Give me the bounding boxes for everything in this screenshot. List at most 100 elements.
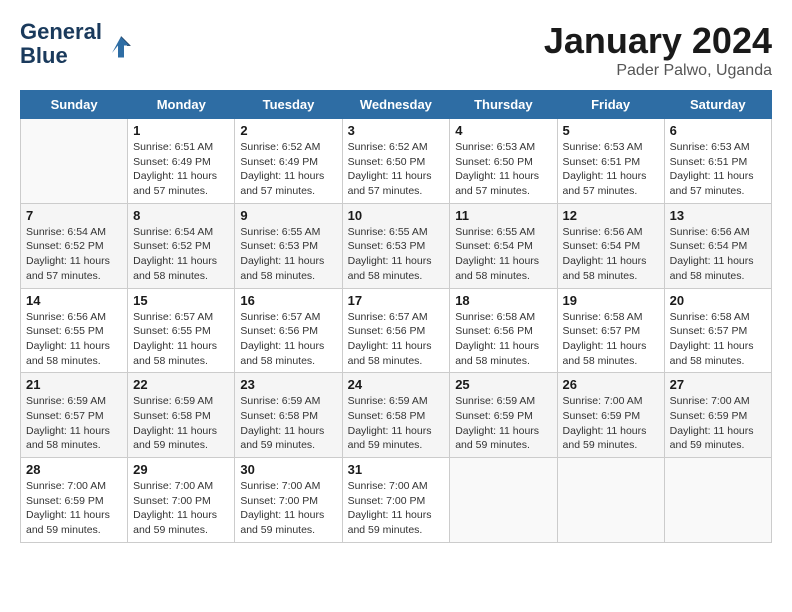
day-info: Sunrise: 6:56 AMSunset: 6:54 PMDaylight:… bbox=[670, 225, 766, 284]
calendar-cell: 16 Sunrise: 6:57 AMSunset: 6:56 PMDayligh… bbox=[235, 288, 342, 373]
calendar-week-row: 28 Sunrise: 7:00 AMSunset: 6:59 PMDayligh… bbox=[21, 458, 772, 543]
day-info: Sunrise: 6:59 AMSunset: 6:58 PMDaylight:… bbox=[348, 394, 445, 453]
day-info: Sunrise: 6:52 AMSunset: 6:49 PMDaylight:… bbox=[240, 140, 336, 199]
logo: GeneralBlue bbox=[20, 20, 136, 68]
day-info: Sunrise: 6:55 AMSunset: 6:53 PMDaylight:… bbox=[240, 225, 336, 284]
day-info: Sunrise: 6:52 AMSunset: 6:50 PMDaylight:… bbox=[348, 140, 445, 199]
day-info: Sunrise: 6:56 AMSunset: 6:54 PMDaylight:… bbox=[563, 225, 659, 284]
day-number: 3 bbox=[348, 123, 445, 138]
calendar-cell: 20 Sunrise: 6:58 AMSunset: 6:57 PMDayligh… bbox=[664, 288, 771, 373]
day-info: Sunrise: 6:53 AMSunset: 6:51 PMDaylight:… bbox=[563, 140, 659, 199]
day-info: Sunrise: 6:59 AMSunset: 6:57 PMDaylight:… bbox=[26, 394, 122, 453]
day-number: 25 bbox=[455, 377, 551, 392]
calendar-cell: 1 Sunrise: 6:51 AMSunset: 6:49 PMDaylight… bbox=[128, 119, 235, 204]
calendar-cell: 29Sunrise: 7:00 AMSunset: 7:00 PMDayligh… bbox=[128, 458, 235, 543]
header-row: SundayMondayTuesdayWednesdayThursdayFrid… bbox=[21, 91, 772, 119]
calendar-cell bbox=[557, 458, 664, 543]
calendar-cell bbox=[664, 458, 771, 543]
calendar-table: SundayMondayTuesdayWednesdayThursdayFrid… bbox=[20, 90, 772, 543]
day-number: 24 bbox=[348, 377, 445, 392]
day-number: 14 bbox=[26, 293, 122, 308]
title-block: January 2024 Pader Palwo, Uganda bbox=[544, 20, 772, 80]
calendar-cell: 13 Sunrise: 6:56 AMSunset: 6:54 PMDayligh… bbox=[664, 203, 771, 288]
day-number: 20 bbox=[670, 293, 766, 308]
day-info: Sunrise: 6:58 AMSunset: 6:57 PMDaylight:… bbox=[563, 310, 659, 369]
day-number: 23 bbox=[240, 377, 336, 392]
day-info: Sunrise: 7:00 AMSunset: 7:00 PMDaylight:… bbox=[348, 479, 445, 538]
calendar-cell: 2 Sunrise: 6:52 AMSunset: 6:49 PMDaylight… bbox=[235, 119, 342, 204]
day-info: Sunrise: 6:57 AMSunset: 6:56 PMDaylight:… bbox=[240, 310, 336, 369]
weekday-header: Sunday bbox=[21, 91, 128, 119]
calendar-cell: 26Sunrise: 7:00 AMSunset: 6:59 PMDayligh… bbox=[557, 373, 664, 458]
day-number: 31 bbox=[348, 462, 445, 477]
day-info: Sunrise: 6:59 AMSunset: 6:59 PMDaylight:… bbox=[455, 394, 551, 453]
calendar-cell: 3 Sunrise: 6:52 AMSunset: 6:50 PMDaylight… bbox=[342, 119, 450, 204]
day-number: 8 bbox=[133, 208, 229, 223]
calendar-cell: 5 Sunrise: 6:53 AMSunset: 6:51 PMDaylight… bbox=[557, 119, 664, 204]
day-number: 5 bbox=[563, 123, 659, 138]
weekday-header: Wednesday bbox=[342, 91, 450, 119]
calendar-cell: 21 Sunrise: 6:59 AMSunset: 6:57 PMDayligh… bbox=[21, 373, 128, 458]
calendar-cell: 19 Sunrise: 6:58 AMSunset: 6:57 PMDayligh… bbox=[557, 288, 664, 373]
calendar-cell: 25 Sunrise: 6:59 AMSunset: 6:59 PMDayligh… bbox=[450, 373, 557, 458]
calendar-cell: 4 Sunrise: 6:53 AMSunset: 6:50 PMDaylight… bbox=[450, 119, 557, 204]
day-info: Sunrise: 6:58 AMSunset: 6:56 PMDaylight:… bbox=[455, 310, 551, 369]
day-number: 4 bbox=[455, 123, 551, 138]
day-number: 7 bbox=[26, 208, 122, 223]
calendar-cell: 12Sunrise: 6:56 AMSunset: 6:54 PMDayligh… bbox=[557, 203, 664, 288]
day-number: 15 bbox=[133, 293, 229, 308]
calendar-cell: 9Sunrise: 6:55 AMSunset: 6:53 PMDaylight… bbox=[235, 203, 342, 288]
calendar-cell: 23 Sunrise: 6:59 AMSunset: 6:58 PMDayligh… bbox=[235, 373, 342, 458]
location-subtitle: Pader Palwo, Uganda bbox=[544, 62, 772, 80]
weekday-header: Thursday bbox=[450, 91, 557, 119]
day-info: Sunrise: 6:58 AMSunset: 6:57 PMDaylight:… bbox=[670, 310, 766, 369]
calendar-cell: 27Sunrise: 7:00 AMSunset: 6:59 PMDayligh… bbox=[664, 373, 771, 458]
logo-text: GeneralBlue bbox=[20, 20, 102, 68]
day-info: Sunrise: 6:53 AMSunset: 6:50 PMDaylight:… bbox=[455, 140, 551, 199]
day-info: Sunrise: 6:59 AMSunset: 6:58 PMDaylight:… bbox=[240, 394, 336, 453]
day-info: Sunrise: 6:55 AMSunset: 6:53 PMDaylight:… bbox=[348, 225, 445, 284]
day-number: 19 bbox=[563, 293, 659, 308]
calendar-cell: 14Sunrise: 6:56 AMSunset: 6:55 PMDayligh… bbox=[21, 288, 128, 373]
day-number: 16 bbox=[240, 293, 336, 308]
calendar-cell: 7 Sunrise: 6:54 AMSunset: 6:52 PMDaylight… bbox=[21, 203, 128, 288]
day-info: Sunrise: 6:53 AMSunset: 6:51 PMDaylight:… bbox=[670, 140, 766, 199]
calendar-week-row: 1 Sunrise: 6:51 AMSunset: 6:49 PMDaylight… bbox=[21, 119, 772, 204]
day-number: 18 bbox=[455, 293, 551, 308]
calendar-cell bbox=[450, 458, 557, 543]
day-info: Sunrise: 6:54 AMSunset: 6:52 PMDaylight:… bbox=[26, 225, 122, 284]
calendar-cell: 8Sunrise: 6:54 AMSunset: 6:52 PMDaylight… bbox=[128, 203, 235, 288]
weekday-header: Tuesday bbox=[235, 91, 342, 119]
weekday-header: Saturday bbox=[664, 91, 771, 119]
calendar-cell: 17 Sunrise: 6:57 AMSunset: 6:56 PMDayligh… bbox=[342, 288, 450, 373]
day-number: 11 bbox=[455, 208, 551, 223]
month-title: January 2024 bbox=[544, 20, 772, 62]
weekday-header: Monday bbox=[128, 91, 235, 119]
day-number: 21 bbox=[26, 377, 122, 392]
day-number: 6 bbox=[670, 123, 766, 138]
day-number: 17 bbox=[348, 293, 445, 308]
day-number: 27 bbox=[670, 377, 766, 392]
day-number: 2 bbox=[240, 123, 336, 138]
day-info: Sunrise: 6:59 AMSunset: 6:58 PMDaylight:… bbox=[133, 394, 229, 453]
day-number: 13 bbox=[670, 208, 766, 223]
page-header: GeneralBlue January 2024 Pader Palwo, Ug… bbox=[20, 20, 772, 80]
calendar-week-row: 14Sunrise: 6:56 AMSunset: 6:55 PMDayligh… bbox=[21, 288, 772, 373]
day-number: 10 bbox=[348, 208, 445, 223]
calendar-cell: 28 Sunrise: 7:00 AMSunset: 6:59 PMDayligh… bbox=[21, 458, 128, 543]
calendar-cell bbox=[21, 119, 128, 204]
calendar-cell: 10 Sunrise: 6:55 AMSunset: 6:53 PMDayligh… bbox=[342, 203, 450, 288]
calendar-cell: 24 Sunrise: 6:59 AMSunset: 6:58 PMDayligh… bbox=[342, 373, 450, 458]
calendar-cell: 15Sunrise: 6:57 AMSunset: 6:55 PMDayligh… bbox=[128, 288, 235, 373]
day-info: Sunrise: 7:00 AMSunset: 6:59 PMDaylight:… bbox=[26, 479, 122, 538]
day-number: 1 bbox=[133, 123, 229, 138]
day-info: Sunrise: 6:57 AMSunset: 6:56 PMDaylight:… bbox=[348, 310, 445, 369]
day-info: Sunrise: 6:51 AMSunset: 6:49 PMDaylight:… bbox=[133, 140, 229, 199]
calendar-week-row: 7 Sunrise: 6:54 AMSunset: 6:52 PMDaylight… bbox=[21, 203, 772, 288]
day-number: 28 bbox=[26, 462, 122, 477]
calendar-cell: 22 Sunrise: 6:59 AMSunset: 6:58 PMDayligh… bbox=[128, 373, 235, 458]
calendar-cell: 11Sunrise: 6:55 AMSunset: 6:54 PMDayligh… bbox=[450, 203, 557, 288]
day-info: Sunrise: 7:00 AMSunset: 7:00 PMDaylight:… bbox=[133, 479, 229, 538]
day-number: 22 bbox=[133, 377, 229, 392]
weekday-header: Friday bbox=[557, 91, 664, 119]
